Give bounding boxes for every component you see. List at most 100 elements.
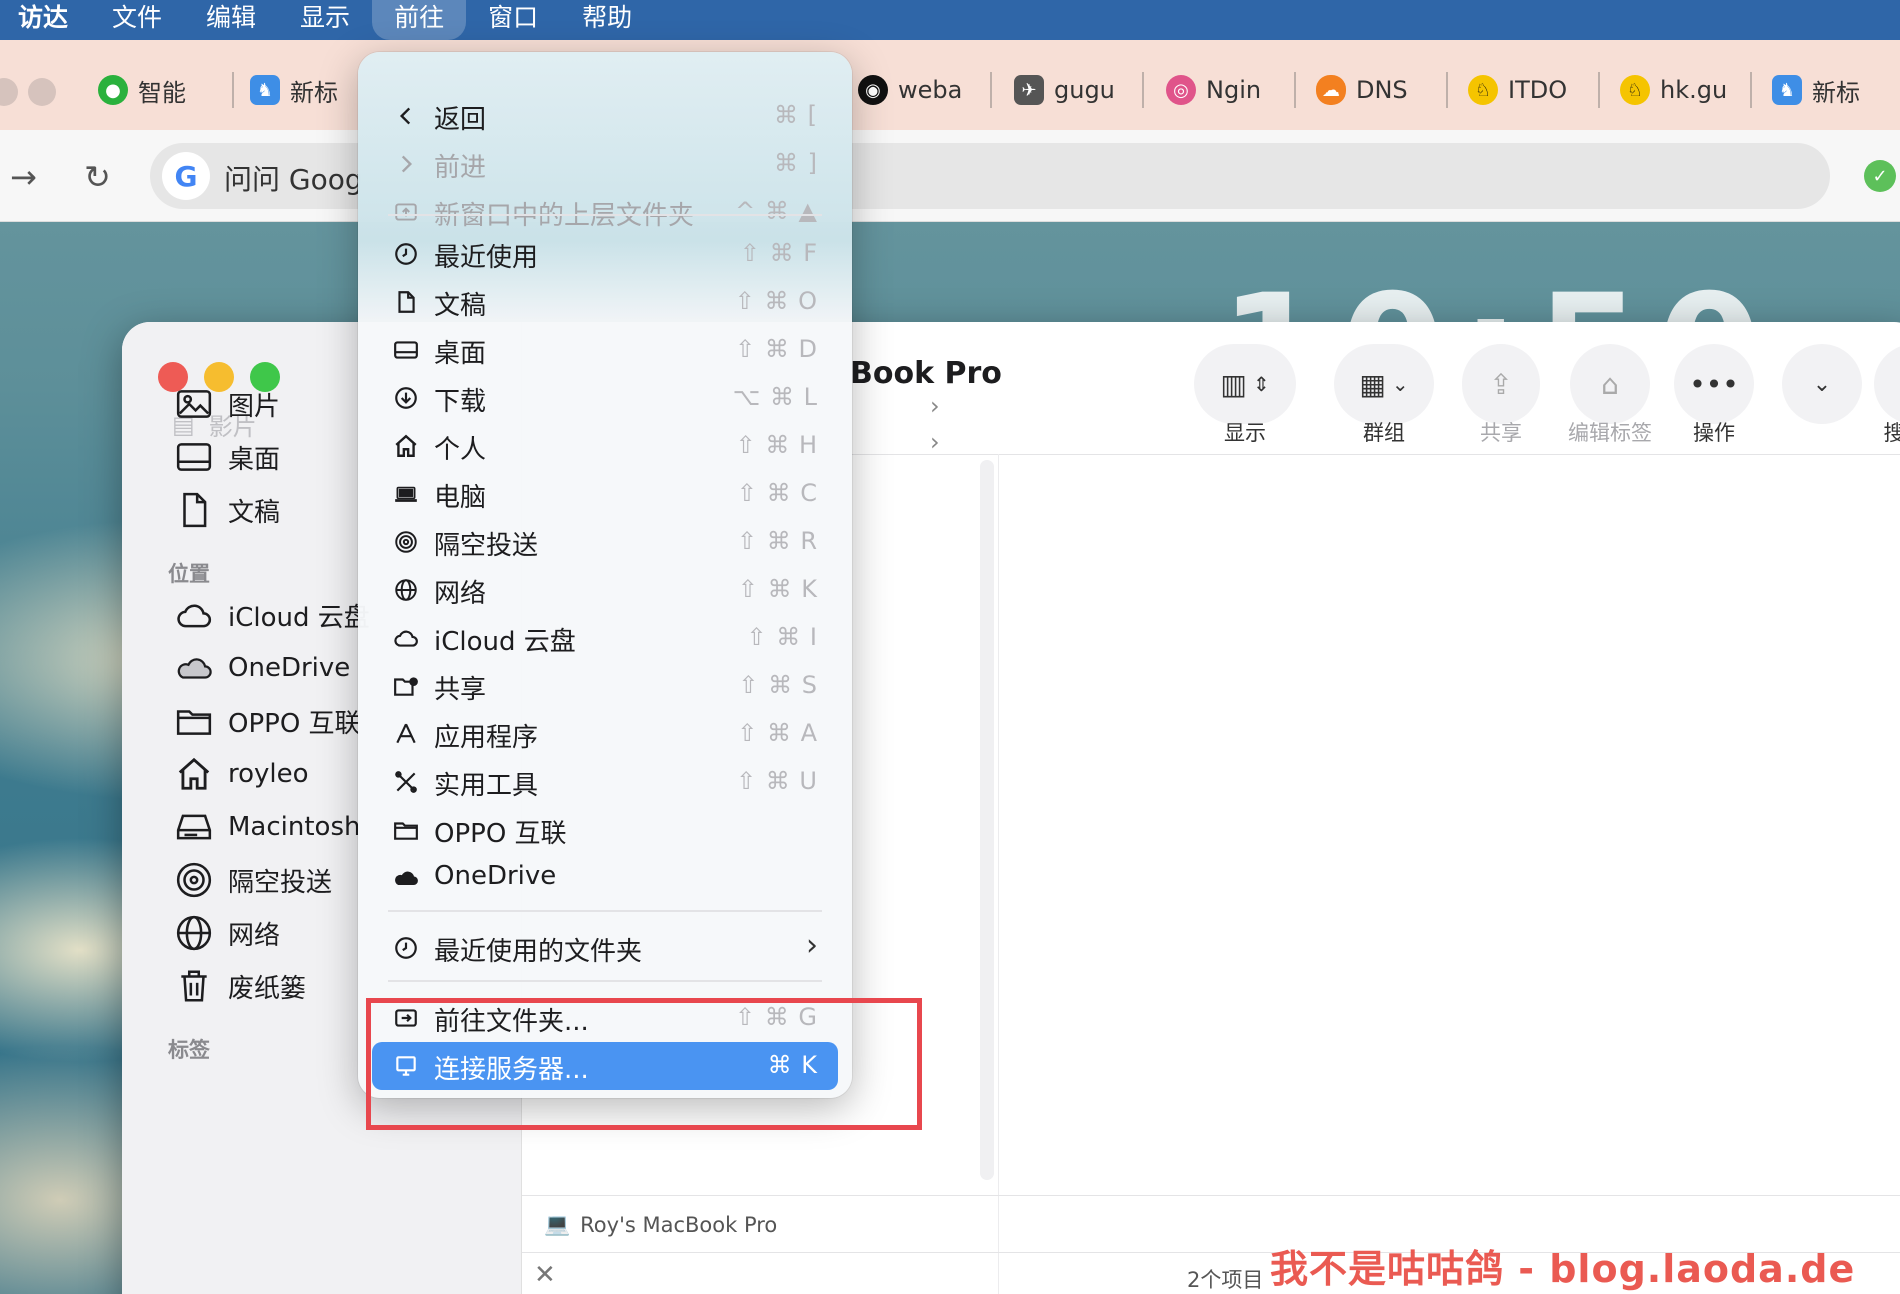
view-mode-button[interactable]: ▥ ⇕ xyxy=(1194,344,1296,424)
menu-item-recent-folders[interactable]: 最近使用的文件夹 › xyxy=(372,924,838,972)
browser-tab[interactable]: ✈ gugu xyxy=(1014,64,1144,116)
menu-edit[interactable]: 编辑 xyxy=(184,0,278,40)
sidebar-item-icloud[interactable]: iCloud 云盘 xyxy=(174,595,370,635)
menu-item-computer[interactable]: 电脑 ⇧ ⌘ C xyxy=(372,470,838,518)
column-scrollbar[interactable] xyxy=(980,460,994,1180)
menu-item-network[interactable]: 网络 ⇧ ⌘ K xyxy=(372,566,838,614)
column-divider[interactable] xyxy=(998,454,999,1294)
menu-separator xyxy=(388,980,822,982)
menu-item-shortcut: ⌘ ] xyxy=(774,149,818,177)
path-bar[interactable]: 💻 Roy's MacBook Pro xyxy=(544,1212,777,1237)
browser-minimize-button[interactable] xyxy=(28,78,56,106)
group-label: 群组 xyxy=(1363,421,1405,445)
tag-icon: ⌂ xyxy=(1601,367,1619,401)
browser-tab[interactable]: ◉ weba xyxy=(858,64,978,116)
menu-help[interactable]: 帮助 xyxy=(560,0,654,40)
tab-divider xyxy=(232,72,234,108)
onedrive-icon xyxy=(174,648,214,688)
sidebar-item-trash[interactable]: 废纸篓 xyxy=(174,966,306,1006)
browser-tab[interactable]: ♞ 新标 xyxy=(250,64,360,116)
menu-window[interactable]: 窗口 xyxy=(466,0,560,40)
laptop-icon xyxy=(390,478,422,510)
finder-window-title: Book Pro xyxy=(850,356,1002,391)
sidebar-item-network[interactable]: 网络 xyxy=(174,913,280,953)
sidebar-item-label: OneDrive xyxy=(228,653,351,683)
menu-item-shared[interactable]: 共享 ⇧ ⌘ S xyxy=(372,662,838,710)
menu-item-recents[interactable]: 最近使用 ⇧ ⌘ F xyxy=(372,230,838,278)
bird-icon: ♞ xyxy=(1772,75,1802,105)
menu-item-desktop[interactable]: 桌面 ⇧ ⌘ D xyxy=(372,326,838,374)
menu-item-documents[interactable]: 文稿 ⇧ ⌘ O xyxy=(372,278,838,326)
share-button[interactable]: ⇪ xyxy=(1462,344,1540,424)
menu-item-label: OPPO 互联 xyxy=(434,819,567,849)
horse-icon: ♘ xyxy=(1620,75,1650,105)
sidebar-item-airdrop[interactable]: 隔空投送 xyxy=(174,860,332,900)
tab-divider xyxy=(1142,72,1144,108)
sidebar-item-desktop[interactable]: 桌面 xyxy=(174,437,280,477)
desktop-icon xyxy=(390,334,422,366)
edit-tags-label: 编辑标签 xyxy=(1568,421,1652,445)
chevron-right-icon: › xyxy=(930,428,940,456)
browser-tab[interactable]: ♘ hk.gu xyxy=(1620,64,1750,116)
edit-tags-button[interactable]: ⌂ xyxy=(1570,344,1650,424)
group-button[interactable]: ▦ ⌄ xyxy=(1334,344,1434,424)
close-icon[interactable]: ✕ xyxy=(534,1260,556,1290)
shared-folder-icon xyxy=(390,670,422,702)
url-text[interactable]: 问问 Goog xyxy=(224,158,363,198)
extension-icon[interactable]: ✓ xyxy=(1864,160,1896,192)
pigeon-icon: ✈ xyxy=(1014,75,1044,105)
menu-app-finder[interactable]: 访达 xyxy=(0,0,90,40)
search-button[interactable]: ⌕ xyxy=(1874,344,1900,424)
menu-item-onedrive[interactable]: OneDrive xyxy=(372,854,838,902)
menu-item-downloads[interactable]: 下载 ⌥ ⌘ L xyxy=(372,374,838,422)
sidebar-item-oppo[interactable]: OPPO 互联 xyxy=(174,701,361,741)
menu-bar: 访达 文件 编辑 显示 前往 窗口 帮助 xyxy=(0,0,1900,40)
google-icon: G xyxy=(162,152,210,200)
clock-icon xyxy=(390,932,422,964)
chevron-right-icon xyxy=(390,148,422,180)
sidebar-item-onedrive[interactable]: OneDrive xyxy=(174,648,350,688)
forward-arrow-icon[interactable]: → xyxy=(10,158,37,196)
submenu-arrow-icon: › xyxy=(806,928,818,963)
airdrop-icon xyxy=(390,526,422,558)
more-button[interactable]: ⌄ xyxy=(1782,344,1862,424)
chevron-down-icon: ⌄ xyxy=(1812,371,1832,397)
menu-separator xyxy=(388,214,822,216)
browser-tab[interactable]: ☁ DNS xyxy=(1316,64,1446,116)
nginx-icon: ◎ xyxy=(1166,75,1196,105)
menu-item-icloud[interactable]: iCloud 云盘 ⇧ ⌘ I xyxy=(372,614,838,662)
sidebar-item-label: royleo xyxy=(228,759,309,789)
browser-tab[interactable]: ♘ ITDO xyxy=(1468,64,1598,116)
menu-item-label: 桌面 xyxy=(434,339,487,369)
sidebar-item-pictures[interactable]: 图片 xyxy=(174,384,280,424)
reload-icon[interactable]: ↻ xyxy=(84,158,111,196)
tab-label: hk.gu xyxy=(1660,76,1728,104)
sidebar-item-macintosh[interactable]: Macintosh xyxy=(174,807,361,847)
menu-item-label: iCloud 云盘 xyxy=(434,627,576,657)
browser-tab[interactable]: ● 智能 xyxy=(98,64,208,116)
globe-icon xyxy=(390,574,422,606)
action-button[interactable]: ••• xyxy=(1674,344,1754,424)
menu-item-utilities[interactable]: 实用工具 ⇧ ⌘ U xyxy=(372,758,838,806)
menu-item-airdrop[interactable]: 隔空投送 ⇧ ⌘ R xyxy=(372,518,838,566)
menu-item-home[interactable]: 个人 ⇧ ⌘ H xyxy=(372,422,838,470)
menu-item-applications[interactable]: 应用程序 ⇧ ⌘ A xyxy=(372,710,838,758)
laptop-icon: 💻 xyxy=(544,1212,571,1236)
menu-item-enclosing-folder[interactable]: 新窗口中的上层文件夹 ^ ⌘ ▲ xyxy=(372,188,838,236)
disk-icon xyxy=(174,807,214,847)
menu-view[interactable]: 显示 xyxy=(278,0,372,40)
menu-go[interactable]: 前往 xyxy=(372,0,467,40)
menu-item-forward[interactable]: 前进 ⌘ ] xyxy=(372,140,838,188)
browser-tab[interactable]: ♞ 新标 xyxy=(1772,64,1900,116)
sidebar-item-documents[interactable]: 文稿 xyxy=(174,490,280,530)
menu-item-oppo[interactable]: OPPO 互联 xyxy=(372,806,838,854)
menu-item-shortcut: ⇧ ⌘ F xyxy=(739,239,818,267)
menu-file[interactable]: 文件 xyxy=(90,0,184,40)
menu-item-back[interactable]: 返回 ⌘ [ xyxy=(372,92,838,140)
tab-label: 新标 xyxy=(1812,78,1860,107)
menu-item-shortcut: ⇧ ⌘ O xyxy=(734,287,818,315)
browser-tab[interactable]: ◎ Ngin xyxy=(1166,64,1290,116)
menu-separator xyxy=(388,910,822,912)
sidebar-item-home[interactable]: royleo xyxy=(174,754,309,794)
annotation-highlight-box xyxy=(366,998,922,1130)
